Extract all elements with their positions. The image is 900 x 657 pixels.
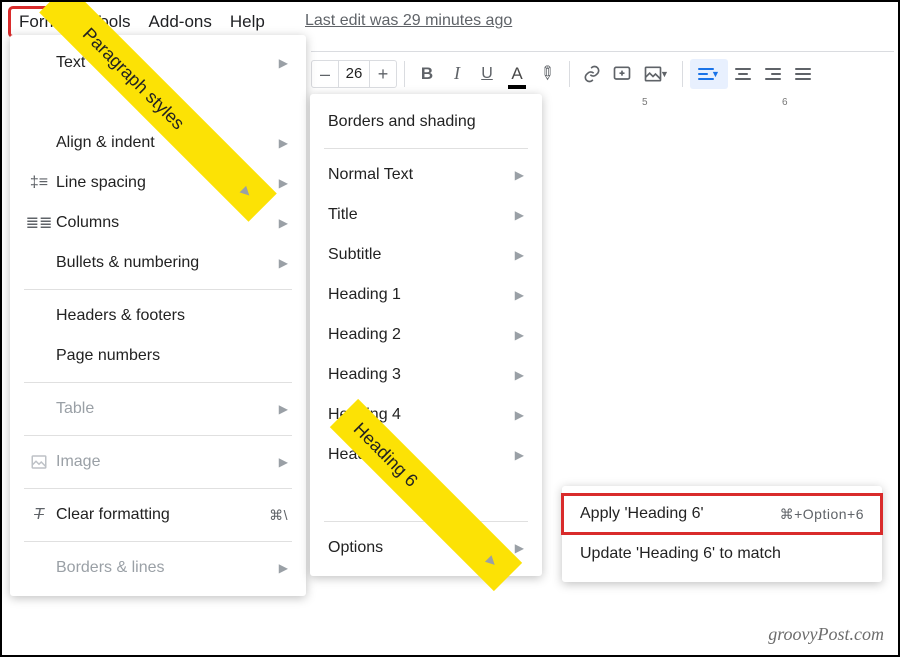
align-right-button[interactable]: [758, 59, 788, 89]
align-right-icon: [765, 68, 781, 80]
menu-item-borders-shading[interactable]: Borders and shading: [310, 102, 542, 142]
menu-addons[interactable]: Add-ons: [140, 8, 221, 36]
italic-button[interactable]: I: [442, 59, 472, 89]
chevron-down-icon: ▼: [660, 69, 669, 79]
ruler-tick: 6: [782, 97, 788, 108]
menu-divider: [24, 435, 292, 436]
bold-icon: B: [421, 64, 433, 84]
menu-item-heading-2[interactable]: Heading 2▶: [310, 315, 542, 355]
submenu-arrow-icon: ▶: [279, 136, 288, 150]
separator: [569, 61, 570, 87]
menu-item-borders-lines[interactable]: Borders & lines▶: [10, 548, 306, 588]
menu-item-headers-footers[interactable]: Headers & footers: [10, 296, 306, 336]
menu-item-title[interactable]: Title▶: [310, 195, 542, 235]
submenu-arrow-icon: ▶: [279, 56, 288, 70]
bold-button[interactable]: B: [412, 59, 442, 89]
menu-item-update-heading-6[interactable]: Update 'Heading 6' to match: [562, 534, 882, 574]
submenu-arrow-icon: ▶: [279, 176, 288, 190]
line-spacing-icon: ‡≡: [30, 174, 48, 192]
menu-help[interactable]: Help: [221, 8, 274, 36]
menu-item-page-numbers[interactable]: Page numbers: [10, 336, 306, 376]
format-menu: Text▶ Paragraph styles▶ Align & indent▶ …: [10, 35, 306, 596]
shortcut-label: ⌘\: [269, 507, 288, 524]
menu-divider: [324, 148, 528, 149]
menu-item-apply-heading-6[interactable]: Apply 'Heading 6'⌘+Option+6: [562, 494, 882, 534]
menu-item-bullets-numbering[interactable]: Bullets & numbering▶: [10, 243, 306, 283]
text-color-icon: A: [511, 64, 522, 84]
menu-item-clear-formatting[interactable]: TClear formatting⌘\: [10, 495, 306, 535]
insert-image-button[interactable]: ▼: [637, 59, 675, 89]
align-justify-button[interactable]: [788, 59, 818, 89]
insert-link-button[interactable]: [577, 59, 607, 89]
ruler: 5 6: [542, 92, 894, 108]
chevron-down-icon: ▼: [711, 69, 720, 79]
underline-button[interactable]: U: [472, 59, 502, 89]
font-size-increase[interactable]: +: [370, 61, 396, 87]
submenu-arrow-icon: ▶: [515, 288, 524, 302]
menu-divider: [24, 541, 292, 542]
submenu-arrow-icon: ▶: [279, 216, 288, 230]
toolbar: – 26 + B I U A ✎ ▼ ▼: [311, 51, 894, 91]
menu-item-line-spacing[interactable]: ‡≡Line spacing▶: [10, 163, 306, 203]
menu-item-table[interactable]: Table▶: [10, 389, 306, 429]
columns-icon: ≣≣: [26, 213, 53, 233]
ruler-tick: 5: [642, 97, 648, 108]
app-frame: Format Tools Add-ons Help Last edit was …: [0, 0, 900, 657]
align-left-button[interactable]: ▼: [690, 59, 728, 89]
clear-format-icon: T: [34, 506, 44, 524]
menu-divider: [24, 488, 292, 489]
link-icon: [582, 64, 602, 84]
menu-item-columns[interactable]: ≣≣Columns▶: [10, 203, 306, 243]
menu-item-subtitle[interactable]: Subtitle▶: [310, 235, 542, 275]
italic-icon: I: [454, 63, 460, 84]
add-comment-button[interactable]: [607, 59, 637, 89]
menu-item-normal-text[interactable]: Normal Text▶: [310, 155, 542, 195]
submenu-arrow-icon: ▶: [515, 541, 524, 555]
separator: [682, 61, 683, 87]
menu-item-align-indent[interactable]: Align & indent▶: [10, 123, 306, 163]
watermark: groovyPost.com: [768, 624, 884, 645]
submenu-arrow-icon: ▶: [279, 256, 288, 270]
highlighter-icon: ✎: [534, 61, 560, 87]
submenu-arrow-icon: ▶: [279, 455, 288, 469]
font-size-decrease[interactable]: –: [312, 61, 338, 87]
menu-item-image[interactable]: Image▶: [10, 442, 306, 482]
align-center-icon: [735, 68, 751, 80]
submenu-arrow-icon: ▶: [279, 402, 288, 416]
heading-6-menu: Apply 'Heading 6'⌘+Option+6 Update 'Head…: [562, 486, 882, 582]
align-center-button[interactable]: [728, 59, 758, 89]
menu-divider: [24, 382, 292, 383]
submenu-arrow-icon: ▶: [515, 368, 524, 382]
submenu-arrow-icon: ▶: [515, 168, 524, 182]
font-size-stepper: – 26 +: [311, 60, 397, 88]
text-color-button[interactable]: A: [502, 59, 532, 89]
font-size-value[interactable]: 26: [338, 61, 370, 87]
separator: [404, 61, 405, 87]
submenu-arrow-icon: ▶: [515, 408, 524, 422]
menu-divider: [24, 289, 292, 290]
menu-item-heading-1[interactable]: Heading 1▶: [310, 275, 542, 315]
image-icon: [30, 453, 48, 471]
underline-icon: U: [481, 65, 493, 83]
menu-item-heading-3[interactable]: Heading 3▶: [310, 355, 542, 395]
align-justify-icon: [795, 68, 811, 80]
submenu-arrow-icon: ▶: [279, 561, 288, 575]
submenu-arrow-icon: ▶: [515, 248, 524, 262]
paragraph-styles-menu: Borders and shading Normal Text▶ Title▶ …: [310, 94, 542, 576]
submenu-arrow-icon: ▶: [515, 208, 524, 222]
submenu-arrow-icon: ▶: [515, 448, 524, 462]
submenu-arrow-icon: ▶: [515, 328, 524, 342]
menu-item-options[interactable]: Options▶: [310, 528, 542, 568]
shortcut-label: ⌘+Option+6: [780, 506, 864, 523]
comment-icon: [612, 64, 632, 84]
highlight-button[interactable]: ✎: [532, 59, 562, 89]
last-edit-link[interactable]: Last edit was 29 minutes ago: [305, 12, 512, 30]
